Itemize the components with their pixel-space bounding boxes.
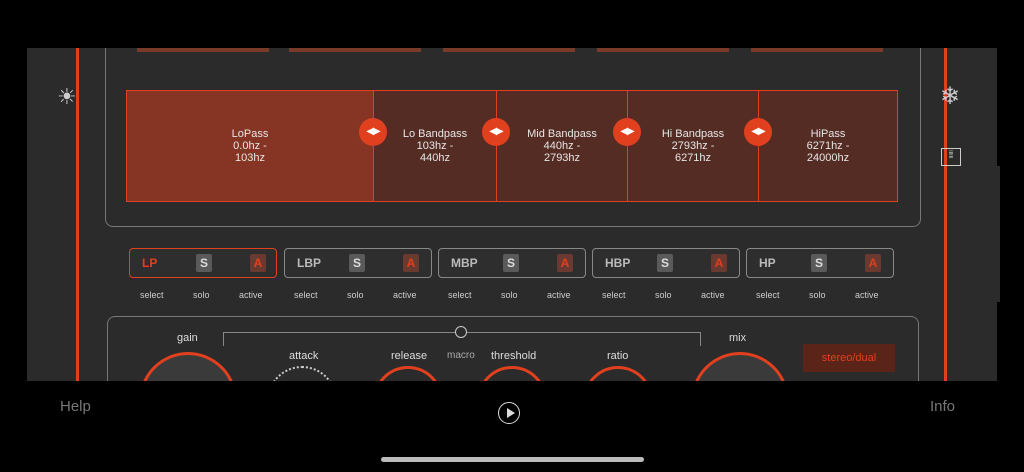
band-mid-bandpass[interactable]: Mid Bandpass 440hz -2793hz bbox=[496, 90, 628, 202]
active-label: active bbox=[393, 290, 417, 300]
help-link[interactable]: Help bbox=[60, 398, 91, 415]
list-icon[interactable]: ≡ ≡ bbox=[941, 148, 961, 166]
band-selector-lbp[interactable]: LBP S A bbox=[284, 248, 432, 278]
home-indicator bbox=[381, 457, 644, 462]
band-selector-hbp[interactable]: HBP S A bbox=[592, 248, 740, 278]
band-hi-bandpass[interactable]: Hi Bandpass 2793hz -6271hz bbox=[627, 90, 759, 202]
active-label: active bbox=[239, 290, 263, 300]
solo-label: solo bbox=[193, 290, 210, 300]
solo-button[interactable]: S bbox=[811, 254, 827, 272]
active-label: active bbox=[547, 290, 571, 300]
solo-label: solo bbox=[655, 290, 672, 300]
band-selector-hp[interactable]: HP S A bbox=[746, 248, 894, 278]
solo-label: solo bbox=[809, 290, 826, 300]
crossover-handle-1[interactable]: ◀▶ bbox=[359, 118, 387, 146]
band-display: LoPass 0.0hz -103hz Lo Bandpass 103hz -440… bbox=[105, 48, 921, 227]
band-selector-label: LP bbox=[142, 256, 158, 270]
solo-button[interactable]: S bbox=[349, 254, 365, 272]
solo-button[interactable]: S bbox=[657, 254, 673, 272]
band-selector-lp[interactable]: LP S A bbox=[129, 248, 277, 278]
active-button[interactable]: A bbox=[711, 254, 727, 272]
active-label: active bbox=[855, 290, 879, 300]
solo-button[interactable]: S bbox=[196, 254, 212, 272]
band-lopass[interactable]: LoPass 0.0hz -103hz bbox=[126, 90, 374, 202]
band-selector-label: HP bbox=[759, 256, 776, 270]
band-selector-label: LBP bbox=[297, 256, 321, 270]
sun-icon[interactable]: ☀ bbox=[57, 84, 77, 110]
active-label: active bbox=[701, 290, 725, 300]
solo-label: solo bbox=[501, 290, 518, 300]
band-lo-bandpass[interactable]: Lo Bandpass 103hz -440hz bbox=[373, 90, 497, 202]
band-selector-label: MBP bbox=[451, 256, 478, 270]
stereo-dual-button[interactable]: stereo/dual bbox=[803, 344, 895, 372]
crossover-handle-3[interactable]: ◀▶ bbox=[613, 118, 641, 146]
gain-label: gain bbox=[177, 332, 198, 344]
active-button[interactable]: A bbox=[557, 254, 573, 272]
macro-toggle[interactable] bbox=[455, 326, 467, 338]
band-selector-mbp[interactable]: MBP S A bbox=[438, 248, 586, 278]
select-label: select bbox=[756, 290, 780, 300]
main-panel: ☀ ❄ ≡ ≡ LoPass 0.0hz -103hz Lo Bandpass 103… bbox=[27, 48, 997, 381]
release-label: release bbox=[391, 350, 428, 362]
ratio-label: ratio bbox=[607, 350, 629, 362]
play-icon[interactable] bbox=[498, 402, 520, 424]
side-drawer-tab[interactable] bbox=[970, 166, 1000, 302]
snowflake-icon[interactable]: ❄ bbox=[940, 82, 960, 111]
band-selector-label: HBP bbox=[605, 256, 631, 270]
threshold-label: threshold bbox=[491, 350, 537, 362]
select-label: select bbox=[602, 290, 626, 300]
active-button[interactable]: A bbox=[865, 254, 881, 272]
active-button[interactable]: A bbox=[403, 254, 419, 272]
select-label: select bbox=[140, 290, 164, 300]
crossover-handle-2[interactable]: ◀▶ bbox=[482, 118, 510, 146]
active-button[interactable]: A bbox=[250, 254, 266, 272]
macro-label: macro bbox=[447, 350, 475, 361]
info-link[interactable]: Info bbox=[930, 398, 955, 415]
mix-label: mix bbox=[729, 332, 747, 344]
select-label: select bbox=[448, 290, 472, 300]
band-hipass[interactable]: HiPass 6271hz -24000hz bbox=[758, 90, 898, 202]
solo-button[interactable]: S bbox=[503, 254, 519, 272]
crossover-handle-4[interactable]: ◀▶ bbox=[744, 118, 772, 146]
attack-label: attack bbox=[289, 350, 319, 362]
select-label: select bbox=[294, 290, 318, 300]
solo-label: solo bbox=[347, 290, 364, 300]
